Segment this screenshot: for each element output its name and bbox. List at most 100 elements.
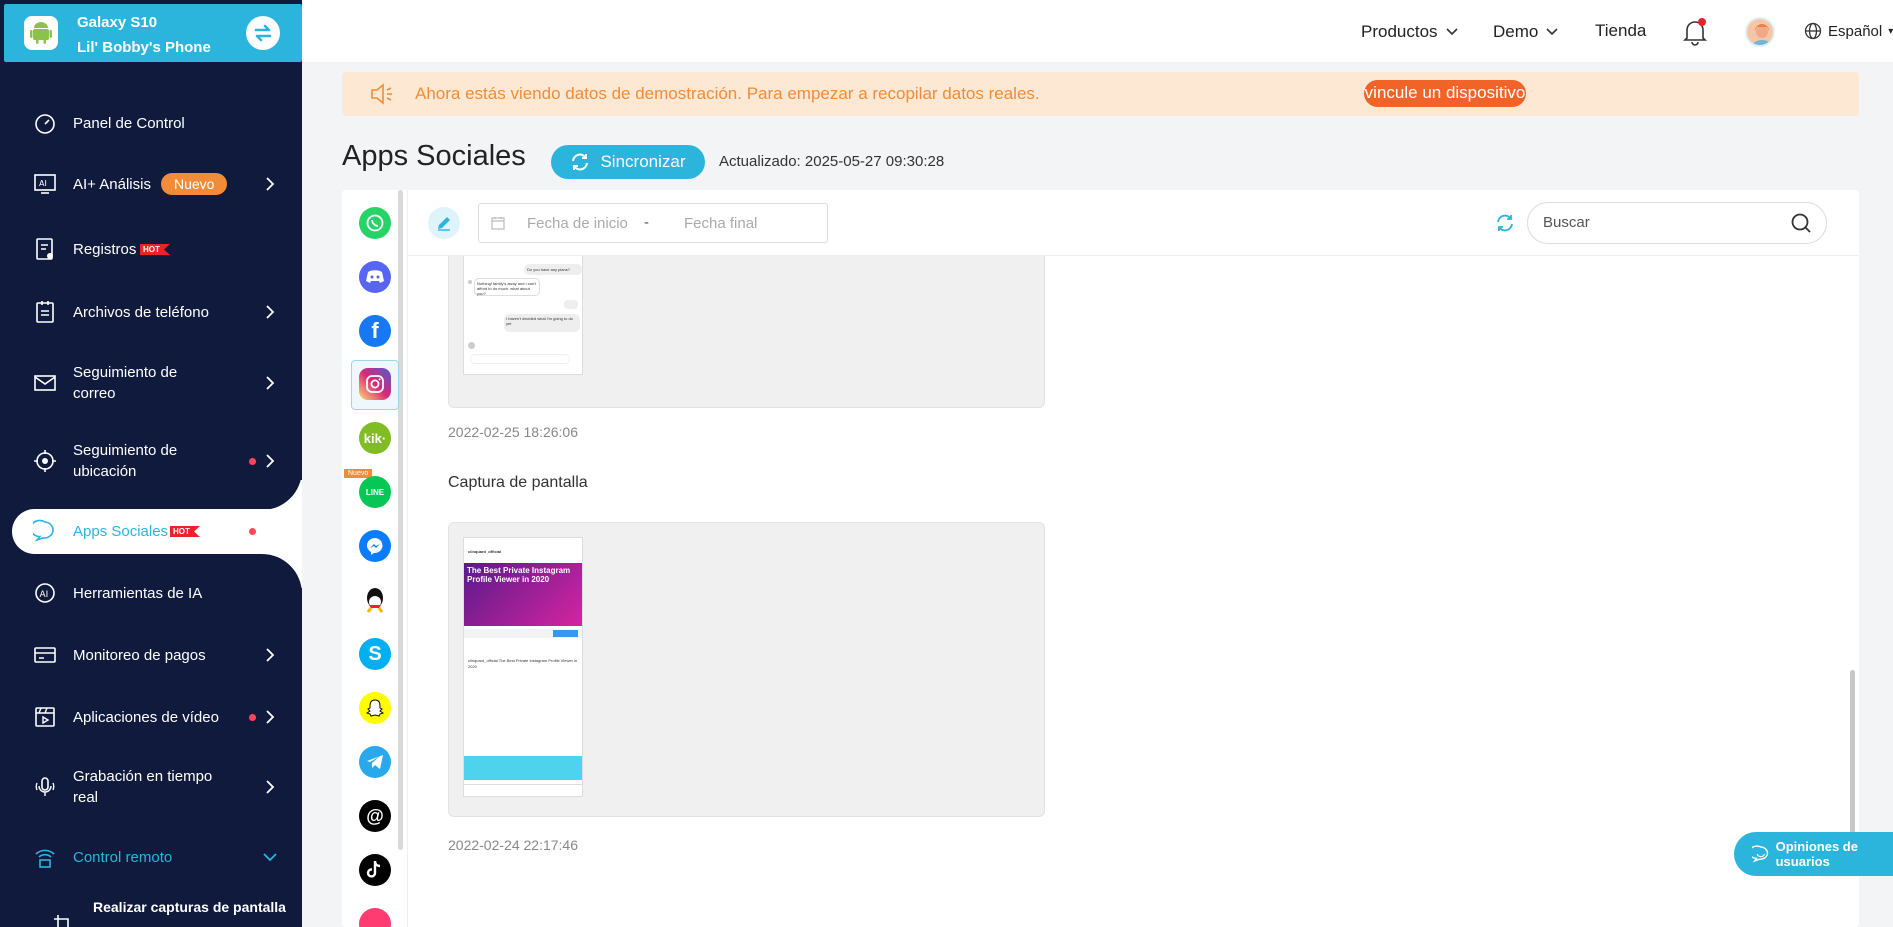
sidebar-item-phone-files[interactable]: Archivos de teléfono: [0, 299, 302, 325]
chat-icon: [32, 518, 58, 544]
logs-icon: [32, 236, 58, 262]
sidebar-item-video-apps[interactable]: Aplicaciones de vídeo: [0, 704, 302, 730]
globe-icon: [1804, 22, 1822, 40]
sidebar-item-social-apps[interactable]: Apps Sociales HOT: [0, 518, 302, 544]
products-menu[interactable]: Productos: [1361, 22, 1458, 42]
sidebar-item-label: Monitoreo de pagos: [73, 646, 206, 664]
feed-scrollbar[interactable]: [1850, 670, 1855, 835]
android-icon: [24, 16, 58, 50]
chat-bubble: I haven't decided what I'm going to do y…: [504, 314, 580, 332]
instagram-icon[interactable]: [359, 368, 391, 400]
facebook-icon[interactable]: f: [359, 315, 391, 347]
remote-icon: [32, 844, 58, 870]
edit-icon[interactable]: [428, 207, 460, 239]
sidebar-subitem-screenshots[interactable]: Realizar capturas de pantalla: [0, 897, 302, 927]
sidebar-item-realtime-recording[interactable]: Grabación en tiempo real: [0, 765, 302, 809]
alert-dot: [249, 458, 256, 465]
kik-icon[interactable]: kik·: [359, 422, 391, 454]
caret-down-icon: ▾: [1888, 25, 1893, 37]
ai-analysis-icon: AI: [32, 171, 58, 197]
sidebar-item-label: Apps Sociales: [73, 522, 169, 540]
bell-icon[interactable]: [1682, 18, 1708, 51]
chevron-right-icon: [266, 710, 275, 724]
sync-button[interactable]: Sincronizar: [551, 145, 705, 179]
snapchat-icon[interactable]: [359, 692, 391, 724]
sidebar-item-label: Seguimiento de correo: [73, 364, 178, 402]
avatar[interactable]: [1745, 17, 1775, 47]
next-post-image: [464, 756, 582, 780]
sidebar-item-dashboard[interactable]: Panel de Control: [0, 110, 302, 136]
screenshot-card[interactable]: clinquard_official The Best Private Inst…: [448, 522, 1045, 817]
start-date-input[interactable]: Fecha de inicio: [527, 215, 628, 232]
sidebar-item-label: Aplicaciones de vídeo: [73, 708, 219, 726]
switch-device-icon[interactable]: [246, 16, 280, 50]
hot-tag: HOT: [140, 244, 170, 255]
feedback-button[interactable]: Opiniones de usuarios: [1734, 832, 1893, 876]
sidebar-item-logs[interactable]: Registros HOT: [0, 236, 302, 262]
store-link[interactable]: Tienda: [1595, 21, 1646, 41]
sidebar-item-location[interactable]: Seguimiento de ubicación: [0, 439, 302, 483]
post-follow-button: [553, 630, 578, 637]
demo-banner: Ahora estás viendo datos de demostración…: [342, 72, 1859, 116]
page-title: Apps Sociales: [342, 140, 526, 172]
telegram-icon[interactable]: [359, 746, 391, 778]
refresh-icon[interactable]: [1494, 212, 1516, 239]
end-date-input[interactable]: Fecha final: [684, 215, 757, 232]
chevron-right-icon: [266, 454, 275, 468]
chat-compose-bar: [470, 354, 570, 364]
search-input[interactable]: [1543, 214, 1783, 231]
sidebar-item-label: Panel de Control: [73, 114, 185, 132]
sidebar-item-label: Realizar capturas de pantalla: [93, 899, 286, 915]
sidebar-item-label: AI+ Análisis: [73, 175, 151, 193]
screenshot-card[interactable]: Do you have any plans? Nothing! family's…: [448, 256, 1045, 408]
chat-avatar: [468, 342, 475, 349]
app-rail: f kik· Nuevo LINE S @: [342, 190, 408, 927]
skype-icon[interactable]: S: [359, 638, 391, 670]
updated-timestamp: Actualizado: 2025-05-27 09:30:28: [719, 153, 945, 170]
sync-label: Sincronizar: [600, 152, 686, 171]
chevron-right-icon: [266, 780, 275, 794]
sidebar-item-ai-tools[interactable]: AI Herramientas de IA: [0, 580, 302, 606]
sidebar-item-mail[interactable]: Seguimiento de correo: [0, 361, 302, 405]
hot-tag: HOT: [170, 526, 200, 537]
sidebar-item-ai-analysis[interactable]: AI AI+ Análisis Nuevo: [0, 171, 302, 197]
tinder-icon[interactable]: [359, 908, 391, 927]
microphone-icon: [32, 774, 58, 800]
location-icon: [32, 448, 58, 474]
screenshot-title: Captura de pantalla: [448, 474, 588, 491]
dashboard-icon: [32, 110, 58, 136]
demo-menu[interactable]: Demo: [1493, 22, 1558, 42]
banner-text: Ahora estás viendo datos de demostración…: [415, 84, 1040, 103]
line-icon[interactable]: LINE: [359, 476, 391, 508]
search-icon[interactable]: [1790, 212, 1812, 234]
phone-files-icon: [32, 299, 58, 325]
tiktok-icon[interactable]: [359, 854, 391, 886]
sidebar-item-remote-control[interactable]: Control remoto: [0, 844, 302, 870]
sidebar-item-payments[interactable]: Monitoreo de pagos: [0, 642, 302, 668]
alert-dot: [249, 714, 256, 721]
feedback-label: Opiniones de usuarios: [1775, 839, 1858, 869]
svg-text:AI: AI: [40, 590, 49, 600]
qq-icon[interactable]: [359, 584, 391, 616]
discord-icon[interactable]: [359, 261, 391, 293]
date-range-picker[interactable]: Fecha de inicio - Fecha final: [478, 203, 828, 243]
svg-text:AI: AI: [39, 179, 47, 188]
post-account: clinquard_official: [468, 549, 502, 554]
sync-icon: [572, 153, 589, 171]
filter-toolbar: Fecha de inicio - Fecha final: [408, 190, 1859, 256]
sidebar: Galaxy S10 Lil' Bobby's Phone Panel de C…: [0, 0, 302, 927]
message-timestamp: 2022-02-24 22:17:46: [448, 837, 578, 853]
chevron-right-icon: [266, 648, 275, 662]
device-card[interactable]: Galaxy S10 Lil' Bobby's Phone: [4, 4, 302, 62]
chevron-down-icon: [263, 853, 277, 862]
link-device-button[interactable]: vincule un dispositivo: [1364, 80, 1526, 107]
rail-scrollbar[interactable]: [398, 190, 403, 850]
message-timestamp: 2022-02-25 18:26:06: [448, 424, 578, 440]
language-selector[interactable]: Español ▾: [1804, 22, 1893, 40]
messenger-icon[interactable]: [359, 530, 391, 562]
chevron-right-icon: [266, 177, 275, 191]
search-box: [1527, 202, 1827, 244]
whatsapp-icon[interactable]: [359, 207, 391, 239]
threads-icon[interactable]: @: [359, 800, 391, 832]
payment-icon: [32, 642, 58, 668]
